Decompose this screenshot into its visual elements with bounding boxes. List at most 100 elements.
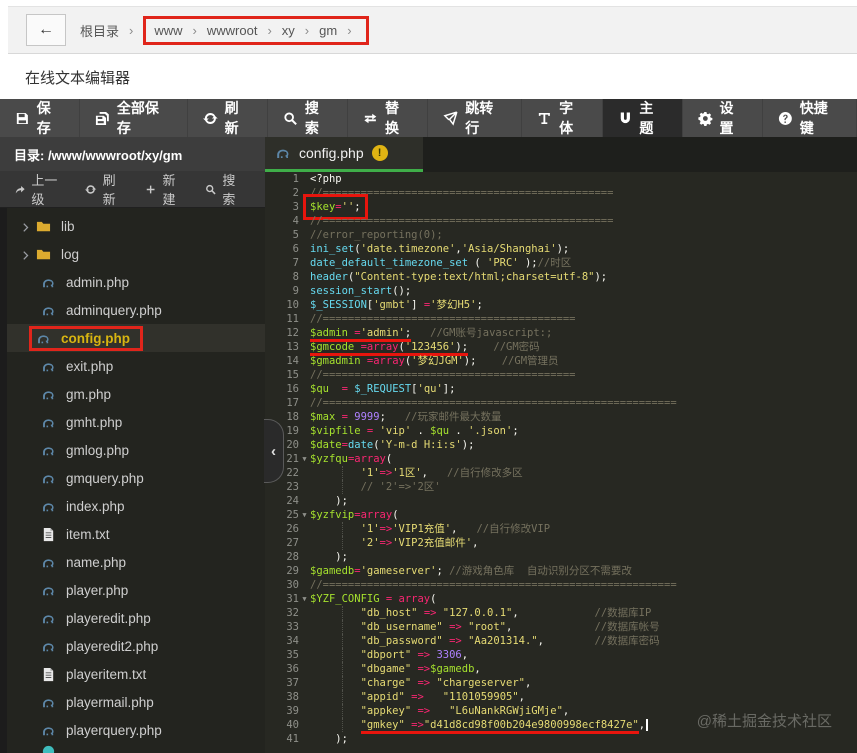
tree-item-admin-php[interactable]: admin.php xyxy=(7,268,265,296)
fold-slot xyxy=(299,368,310,382)
code-line: 36 "dbgame" =>$gamedb, xyxy=(265,662,857,676)
tree-item-gm-php[interactable]: gm.php xyxy=(7,380,265,408)
fold-slot xyxy=(299,242,310,256)
code-text: ini_set('date.timezone','Asia/Shanghai')… xyxy=(310,243,570,255)
code-line: 31 ▼ $YZF_CONFIG = array( xyxy=(265,592,857,606)
fold-slot xyxy=(299,564,310,578)
code-text: //======================================… xyxy=(310,369,576,381)
tree-item-partial[interactable] xyxy=(7,744,265,753)
save-all-label: 全部保存 xyxy=(116,100,159,136)
file-name: playeredit.php xyxy=(66,610,151,626)
code-line: 3 $key=''; xyxy=(265,194,857,220)
line-number: 37 xyxy=(286,677,299,689)
code-line: 19 $vipfile = 'vip' . $qu . '.json'; xyxy=(265,424,857,438)
up-level-label: 上一级 xyxy=(31,173,58,207)
breadcrumb-root[interactable]: 根目录 xyxy=(78,21,121,40)
save-button[interactable]: 保存 xyxy=(0,99,81,137)
goto-line-icon xyxy=(443,110,459,126)
font-button[interactable]: 字体 xyxy=(522,99,603,137)
file-name: gmquery.php xyxy=(66,470,144,486)
breadcrumb-separator: › xyxy=(347,22,352,38)
settings-button[interactable]: 设置 xyxy=(683,99,764,137)
annotation-file-box: config.php xyxy=(29,325,143,351)
refresh-button[interactable]: 刷新 xyxy=(85,170,125,208)
code-line: 8 header("Content-type:text/html;charset=… xyxy=(265,270,857,284)
code-editor[interactable]: config.php ! 1 <?php 2 //==================… xyxy=(265,137,857,753)
line-number: 31 xyxy=(286,593,299,605)
code-line: 28 ); xyxy=(265,550,857,564)
new-file-button[interactable]: 新建 xyxy=(145,170,185,208)
file-name: name.php xyxy=(66,554,127,570)
tree-item-gmquery-php[interactable]: gmquery.php xyxy=(7,464,265,492)
code-text: //======================================… xyxy=(310,215,614,227)
breadcrumb-separator: › xyxy=(267,22,272,38)
code-line: 39 "appkey" => "L6uNankRGWjiGMje", xyxy=(265,704,857,718)
fold-arrow-icon[interactable]: ▼ xyxy=(299,452,310,466)
tree-item-index-php[interactable]: index.php xyxy=(7,492,265,520)
line-number: 30 xyxy=(286,579,299,591)
fold-arrow-icon[interactable]: ▼ xyxy=(299,592,310,606)
tree-item-lib[interactable]: lib xyxy=(7,212,265,240)
tree-item-gmht-php[interactable]: gmht.php xyxy=(7,408,265,436)
code-line: 7 date_default_timezone_set ( 'PRC' );//时… xyxy=(265,256,857,270)
line-number: 26 xyxy=(286,523,299,535)
tree-item-name-php[interactable]: name.php xyxy=(7,548,265,576)
theme-button[interactable]: 主题 xyxy=(602,99,683,137)
breadcrumb-item-wwwroot[interactable]: wwwroot xyxy=(205,23,260,38)
tree-item-playerquery-php[interactable]: playerquery.php xyxy=(7,716,265,744)
code-text: $gmcode =array('123456'); //GM密码 xyxy=(310,340,540,356)
breadcrumb-item-xy[interactable]: xy xyxy=(280,23,297,38)
code-text: "appid" => "1101059905", xyxy=(360,691,525,703)
fold-slot xyxy=(299,466,310,480)
text-cursor xyxy=(646,719,649,731)
up-level-button[interactable]: 上一级 xyxy=(14,170,65,208)
tree-item-playeredit2-php[interactable]: playeredit2.php xyxy=(7,632,265,660)
code-text: $YZF_CONFIG = array( xyxy=(310,593,437,605)
hotkeys-button[interactable]: 快捷键 xyxy=(763,99,857,137)
sidebar-collapse-handle[interactable]: ‹ xyxy=(264,419,284,483)
tree-item-player-php[interactable]: player.php xyxy=(7,576,265,604)
tab-config-php[interactable]: config.php ! xyxy=(265,137,423,172)
fold-arrow-icon[interactable]: ▼ xyxy=(299,508,310,522)
file-name: config.php xyxy=(61,330,130,346)
search-button[interactable]: 搜索 xyxy=(205,170,245,208)
folder-icon xyxy=(36,219,51,234)
line-number: 35 xyxy=(286,649,299,661)
code-line: 23 // '2'=>'2区' xyxy=(265,480,857,494)
code-line: 14 $gmadmin =array('梦幻JGM'); //GM管理员 xyxy=(265,354,857,368)
font-label: 字体 xyxy=(559,100,574,136)
code-area[interactable]: 1 <?php 2 //===============================… xyxy=(265,172,857,753)
tree-item-playeritem-txt[interactable]: playeritem.txt xyxy=(7,660,265,688)
tree-item-item-txt[interactable]: item.txt xyxy=(7,520,265,548)
code-line: 34 "db_password" => "Aa201314.", //数据库密码 xyxy=(265,634,857,648)
breadcrumb-item-www[interactable]: www xyxy=(152,23,184,38)
refresh-icon xyxy=(202,111,218,126)
tree-item-gmlog-php[interactable]: gmlog.php xyxy=(7,436,265,464)
search-icon xyxy=(283,111,298,126)
refresh-button[interactable]: 刷新 xyxy=(188,99,269,137)
file-name: adminquery.php xyxy=(66,302,162,318)
back-button[interactable]: ← xyxy=(26,14,66,46)
code-line: 10 $_SESSION['gmbt'] ='梦幻H5'; xyxy=(265,298,857,312)
code-line: 2 //=====================================… xyxy=(265,186,857,200)
code-text: $yzfqu=array( xyxy=(310,453,393,465)
tree-item-log[interactable]: log xyxy=(7,240,265,268)
php-icon xyxy=(41,443,56,458)
search-button[interactable]: 搜索 xyxy=(268,99,349,137)
save-all-button[interactable]: 全部保存 xyxy=(80,99,188,137)
tree-item-exit-php[interactable]: exit.php xyxy=(7,352,265,380)
line-number: 39 xyxy=(286,705,299,717)
php-icon xyxy=(41,415,56,430)
tree-item-playeredit-php[interactable]: playeredit.php xyxy=(7,604,265,632)
goto-line-button[interactable]: 跳转行 xyxy=(428,99,523,137)
tree-item-playermail-php[interactable]: playermail.php xyxy=(7,688,265,716)
tree-item-config-php[interactable]: config.php xyxy=(7,324,265,352)
tree-item-adminquery-php[interactable]: adminquery.php xyxy=(7,296,265,324)
gear-icon xyxy=(698,111,713,126)
fold-slot xyxy=(299,550,310,564)
breadcrumb-item-gm[interactable]: gm xyxy=(317,23,339,38)
php-icon xyxy=(41,275,56,290)
code-text: //======================================… xyxy=(310,579,677,591)
replace-button[interactable]: 替换 xyxy=(348,99,429,137)
fold-slot xyxy=(299,424,310,438)
